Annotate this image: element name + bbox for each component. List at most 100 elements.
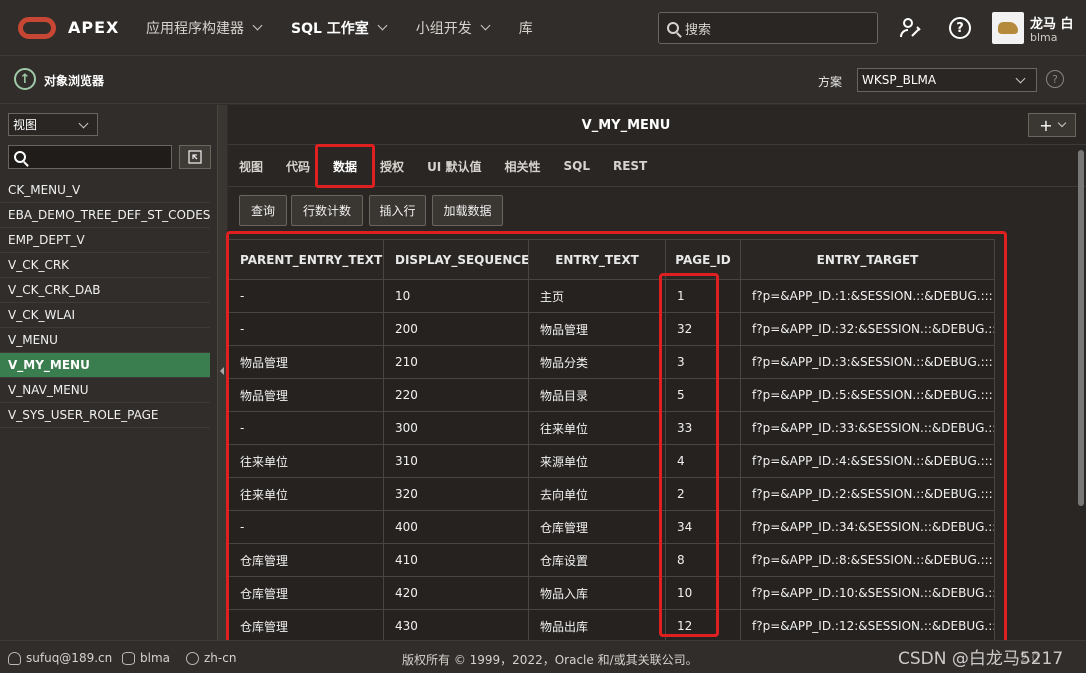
footer-user[interactable]: sufuq@189.cn — [8, 651, 112, 665]
nav-app-builder[interactable]: 应用程序构建器 — [146, 18, 263, 38]
object-type-value: 视图 — [13, 118, 38, 132]
database-icon — [122, 651, 135, 665]
object-title: V_MY_MENU — [581, 118, 671, 133]
nav-label: 小组开发 — [415, 20, 472, 37]
table-cell: 来源单位 — [528, 444, 666, 478]
table-row[interactable]: 往来单位 310 来源单位 4 f?p=&APP_ID.:4:&SESSION.::&D… — [228, 444, 995, 478]
avatar[interactable] — [992, 12, 1024, 44]
table-row[interactable]: -10 主页 1 f?p=&APP_ID.:1:&SESSION.::&DEBUG.:… — [228, 279, 995, 313]
table-cell: f?p=&APP_ID.:4:&SESSION.::&DEBUG.:::: — [740, 444, 995, 478]
footer-language[interactable]: zh-cn — [186, 651, 236, 665]
column-header[interactable]: DISPLAY_SEQUENCE — [383, 239, 529, 280]
column-header[interactable]: ENTRY_TEXT — [528, 239, 666, 280]
create-object-button[interactable]: + — [1028, 113, 1076, 137]
table-row[interactable]: -200 物品管理 32 f?p=&APP_ID.:32:&SESSION.::&DE… — [228, 312, 995, 346]
table-cell: 主页 — [528, 279, 666, 313]
table-cell: 10 — [383, 279, 529, 313]
top-header: APEX 应用程序构建器 SQL 工作室 小组开发 库 — [0, 0, 1086, 56]
reset-icon — [188, 150, 202, 164]
table-cell: f?p=&APP_ID.:33:&SESSION.::&DEBUG.:::: — [740, 411, 995, 445]
vertical-scrollbar[interactable] — [1078, 150, 1084, 506]
table-row[interactable]: 往来单位 320 去向单位 2 f?p=&APP_ID.:2:&SESSION.::&D… — [228, 477, 995, 511]
table-row[interactable]: 物品管理 210 物品分类 3 f?p=&APP_ID.:3:&SESSION.::&D… — [228, 345, 995, 379]
table-cell: f?p=&APP_ID.:8:&SESSION.::&DEBUG.:::: — [740, 543, 995, 577]
table-row[interactable]: 仓库管理 430 物品出库 12 f?p=&APP_ID.:12:&SESSION.::… — [228, 609, 995, 643]
object-list-item[interactable]: V_SYS_USER_ROLE_PAGE — [0, 403, 210, 428]
tab-item[interactable]: 相关性 — [504, 158, 540, 175]
object-list-item[interactable]: V_MY_MENU — [0, 353, 210, 378]
tab-item[interactable]: 代码 — [286, 158, 310, 175]
page-title: 对象浏览器 — [44, 74, 105, 88]
chevron-down-icon — [1057, 118, 1066, 128]
apex-logo[interactable]: APEX — [18, 16, 128, 39]
insert-row-button[interactable]: 插入行 — [369, 195, 426, 226]
user-icon — [8, 651, 21, 665]
object-list-item[interactable]: V_MENU — [0, 328, 210, 353]
table-cell: 物品管理 — [228, 345, 384, 379]
object-list-item[interactable]: V_CK_WLAI — [0, 303, 210, 328]
table-cell: 8 — [665, 543, 741, 577]
panel-collapse-handle[interactable] — [218, 105, 227, 640]
chevron-down-icon — [377, 20, 388, 31]
query-button[interactable]: 查询 — [239, 195, 287, 226]
tab-item[interactable]: SQL — [563, 159, 590, 173]
column-header[interactable]: PAGE_ID — [665, 239, 741, 280]
table-cell: 10 — [665, 576, 741, 610]
table-cell: 12 — [665, 609, 741, 643]
table-row[interactable]: -300 往来单位 33 f?p=&APP_ID.:33:&SESSION.::&DE… — [228, 411, 995, 445]
table-cell: 仓库管理 — [228, 543, 384, 577]
reset-search-button[interactable] — [179, 145, 211, 169]
column-header[interactable]: PARENT_ENTRY_TEXT — [228, 239, 384, 280]
object-list-item[interactable]: V_CK_CRK_DAB — [0, 278, 210, 303]
tab-item[interactable]: 授权 — [380, 158, 404, 175]
global-search-input[interactable]: 搜索 — [658, 12, 878, 44]
arrow-up-icon[interactable]: ↑ — [14, 68, 36, 90]
table-cell: - — [228, 279, 384, 313]
nav-team-dev[interactable]: 小组开发 — [415, 18, 491, 38]
object-type-select[interactable]: 视图 — [8, 113, 98, 136]
table-cell: 仓库设置 — [528, 543, 666, 577]
footer-workspace[interactable]: blma — [122, 651, 170, 665]
table-cell: 410 — [383, 543, 529, 577]
table-cell: 32 — [665, 312, 741, 346]
object-list-item[interactable]: EMP_DEPT_V — [0, 228, 210, 253]
nav-label: SQL 工作室 — [291, 20, 369, 37]
user-name[interactable]: 龙马 白 — [1030, 13, 1074, 32]
object-list-item[interactable]: V_NAV_MENU — [0, 378, 210, 403]
nav-gallery[interactable]: 库 — [519, 18, 533, 38]
object-search-input[interactable] — [8, 145, 172, 169]
table-row[interactable]: -400 仓库管理 34 f?p=&APP_ID.:34:&SESSION.::&DE… — [228, 510, 995, 544]
column-header[interactable]: ENTRY_TARGET — [740, 239, 995, 280]
tab-item[interactable]: UI 默认值 — [427, 158, 481, 175]
table-cell: 往来单位 — [528, 411, 666, 445]
count-rows-button[interactable]: 行数计数 — [291, 195, 363, 226]
chevron-down-icon — [252, 20, 263, 31]
help-icon: ? — [949, 17, 971, 39]
table-cell: f?p=&APP_ID.:3:&SESSION.::&DEBUG.:::: — [740, 345, 995, 379]
object-list-item[interactable]: CK_MENU_V — [0, 178, 210, 203]
table-cell: 仓库管理 — [228, 609, 384, 643]
table-cell: - — [228, 312, 384, 346]
table-row[interactable]: 仓库管理 410 仓库设置 8 f?p=&APP_ID.:8:&SESSION.::&D… — [228, 543, 995, 577]
schema-select[interactable]: WKSP_BLMA — [857, 68, 1037, 92]
table-cell: - — [228, 411, 384, 445]
object-list-item[interactable]: EBA_DEMO_TREE_DEF_ST_CODES — [0, 203, 210, 228]
nav-label: 库 — [518, 20, 533, 37]
nav-sql-workshop[interactable]: SQL 工作室 — [291, 18, 388, 38]
tab-item[interactable]: REST — [613, 159, 647, 173]
administration-icon[interactable] — [899, 16, 923, 40]
table-cell: 210 — [383, 345, 529, 379]
object-list-item[interactable]: V_CK_CRK — [0, 253, 210, 278]
tab-item[interactable]: 视图 — [239, 158, 263, 175]
table-row[interactable]: 仓库管理 420 物品入库 10 f?p=&APP_ID.:10:&SESSION.::… — [228, 576, 995, 610]
copyright-text: 版权所有 © 1999，2022，Oracle 和/或其关联公司。 — [402, 653, 698, 667]
table-row[interactable]: 物品管理 220 物品目录 5 f?p=&APP_ID.:5:&SESSION.::&D… — [228, 378, 995, 412]
table-cell: 220 — [383, 378, 529, 412]
help-button[interactable]: ? — [948, 16, 972, 40]
plus-icon: + — [1039, 115, 1053, 135]
footer-language-code: zh-cn — [204, 651, 237, 665]
schema-help-icon[interactable]: ? — [1046, 70, 1064, 88]
load-data-button[interactable]: 加载数据 — [432, 195, 503, 226]
table-cell: f?p=&APP_ID.:12:&SESSION.::&DEBUG.:::: — [740, 609, 995, 643]
nav-label: 应用程序构建器 — [146, 20, 244, 37]
